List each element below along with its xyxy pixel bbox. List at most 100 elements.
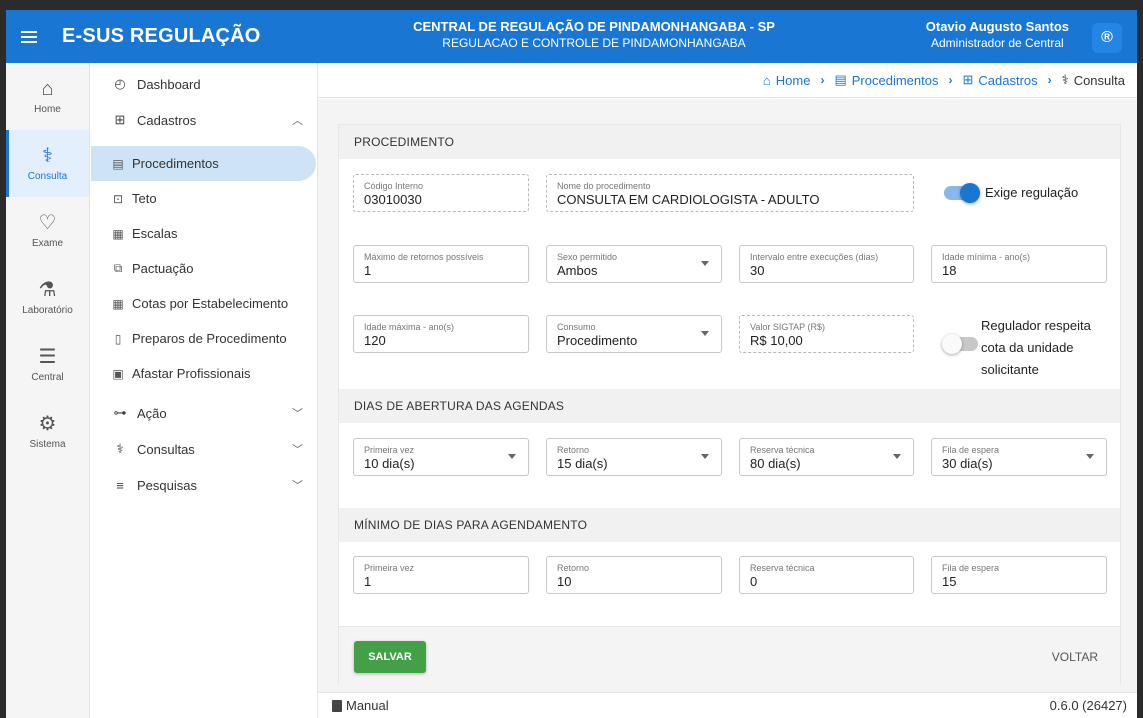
flow-icon: ⊶ [113,405,127,420]
ceiling-icon: ⊡ [112,191,124,206]
sidebar-item-dashboard[interactable]: ◴ Dashboard [91,66,317,102]
exige-regulacao-toggle[interactable] [944,183,980,203]
sexo-permitido-select[interactable]: Sexo permitido Ambos [546,245,722,283]
module-rail: ⌂ Home ⚕ Consulta ♡ Exame ⚗ Laboratório … [6,63,90,718]
sidebar-item-label: Cotas por Estabelecimento [132,296,289,311]
label-line: cota da unidade [981,340,1074,355]
minimo-primeira-vez-input[interactable]: Primeira vez 1 [353,556,529,594]
rail-item-laboratorio[interactable]: ⚗ Laboratório [6,264,89,331]
field-value: 30 [750,263,765,278]
minimo-fila-espera-input[interactable]: Fila de espera 15 [931,556,1107,594]
field-value: CONSULTA EM CARDIOLOGISTA - ADULTO [557,192,820,207]
sidebar-item-consultas[interactable]: ⚕ Consultas ﹀ [91,431,317,467]
sidebar-item-label: Teto [132,191,157,206]
field-label: Primeira vez [364,445,415,455]
user-role: Administrador de Central [931,36,1064,50]
rail-item-central[interactable]: ☰ Central [6,331,89,398]
minimo-retorno-input[interactable]: Retorno 10 [546,556,722,594]
sidebar-item-label: Procedimentos [132,156,219,171]
central-subtitle: REGULACAO E CONTROLE DE PINDAMONHANGABA [442,36,746,50]
version-text: 0.6.0 (26427) [1049,698,1127,713]
rail-item-label: Sistema [29,439,66,450]
breadcrumb-home[interactable]: ⌂ Home [763,73,811,88]
caret-down-icon [508,454,516,459]
central-info: CENTRAL DE REGULAÇÃO DE PINDAMONHANGABA … [394,18,794,52]
abertura-reserva-tecnica-select[interactable]: Reserva técnica 80 dia(s) [739,438,914,476]
field-value: 30 dia(s) [942,456,993,471]
field-label: Retorno [557,563,590,573]
rail-item-sistema[interactable]: ⚙ Sistema [6,398,89,465]
sidebar-item-preparos[interactable]: ▯ Preparos de Procedimento [91,321,317,356]
field-value: 80 dia(s) [750,456,801,471]
sidebar-item-label: Pactuação [132,261,194,276]
search-list-icon: ≡ [116,477,124,493]
sidebar-item-pesquisas[interactable]: ≡ Pesquisas ﹀ [91,467,317,503]
list-icon: ▤ [834,72,847,87]
dashboard-gauge-icon: ◴ [114,76,126,91]
caret-down-icon [701,454,709,459]
manual-link[interactable]: Manual [332,698,389,713]
breadcrumb-procedimentos[interactable]: ▤ Procedimentos [834,72,938,88]
breadcrumb-cadastros[interactable]: ⊞ Cadastros [962,72,1037,88]
chevron-right-icon: › [1047,73,1052,87]
calendar-x-icon: ▣ [112,366,124,381]
stethoscope-icon: ⚕ [1061,72,1069,87]
flask-icon: ⚗ [38,279,57,301]
main-content: PROCEDIMENTO Código Interno 03010030 Nom… [318,99,1137,692]
rail-item-label: Exame [31,238,64,249]
rail-item-label: Central [31,372,64,383]
rail-item-consulta[interactable]: ⚕ Consulta [6,130,89,197]
abertura-retorno-select[interactable]: Retorno 15 dia(s) [546,438,722,476]
field-label: Código Interno [364,181,424,191]
abertura-fila-espera-select[interactable]: Fila de espera 30 dia(s) [931,438,1107,476]
rail-item-exame[interactable]: ♡ Exame [6,197,89,264]
gear-icon: ⚙ [38,413,57,435]
sidebar-item-acao[interactable]: ⊶ Ação ﹀ [91,395,317,431]
hamburger-menu-icon[interactable] [6,10,52,63]
sidebar-item-escalas[interactable]: ▦ Escalas [91,216,317,251]
max-retornos-input[interactable]: Máximo de retornos possíveis 1 [353,245,529,283]
intervalo-execucoes-input[interactable]: Intervalo entre execuções (dias) 30 [739,245,914,283]
sidebar-item-cotas[interactable]: ▦ Cotas por Estabelecimento [91,286,317,321]
user-account-icon[interactable]: ® [1092,23,1122,53]
sidebar-item-label: Afastar Profissionais [132,366,251,381]
caret-down-icon [701,261,709,266]
caret-down-icon [893,454,901,459]
idade-maxima-input[interactable]: Idade máxima - ano(s) 120 [353,315,529,353]
rail-item-label: Home [34,104,61,115]
sidebar-item-procedimentos[interactable]: ▤ Procedimentos [91,146,316,181]
sidebar-item-pactuacao[interactable]: ⧉ Pactuação [91,251,317,286]
save-button[interactable]: SALVAR [354,641,426,673]
field-value: 120 [364,333,386,348]
grid-icon: ▦ [112,296,124,311]
field-value: 0 [750,574,758,589]
app-brand[interactable]: E-SUS REGULAÇÃO [62,25,392,48]
idade-minima-input[interactable]: Idade mínima - ano(s) 18 [931,245,1107,283]
regulador-respeita-label: Regulador respeita cota da unidade solic… [981,315,1091,381]
minimo-reserva-tecnica-input[interactable]: Reserva técnica 0 [739,556,914,594]
field-value: 1 [364,263,372,278]
consumo-select[interactable]: Consumo Procedimento [546,315,722,353]
top-header: E-SUS REGULAÇÃO CENTRAL DE REGULAÇÃO DE … [6,10,1137,63]
sidebar-item-label: Cadastros [137,112,197,128]
handshake-icon: ⧉ [113,261,123,275]
rail-item-home[interactable]: ⌂ Home [6,63,89,130]
manual-label: Manual [346,698,389,713]
abertura-primeira-vez-select[interactable]: Primeira vez 10 dia(s) [353,438,529,476]
field-label: Intervalo entre execuções (dias) [750,252,879,262]
field-value: Procedimento [557,333,638,348]
sidebar-item-afastar[interactable]: ▣ Afastar Profissionais [91,356,317,391]
nome-procedimento-field: Nome do procedimento CONSULTA EM CARDIOL… [546,174,914,212]
field-value: 15 dia(s) [557,456,608,471]
regulador-respeita-toggle[interactable] [942,334,978,354]
sidebar-item-teto[interactable]: ⊡ Teto [91,181,317,216]
heartbeat-icon: ♡ [38,212,57,234]
field-label: Consumo [557,322,596,332]
field-value: Ambos [557,263,598,278]
field-value: 1 [364,574,372,589]
back-button[interactable]: VOLTAR [1052,641,1098,673]
plus-square-icon: ⊞ [114,112,126,127]
sidebar-item-label: Ação [137,405,167,421]
sidebar-item-cadastros[interactable]: ⊞ Cadastros ︿ [91,102,317,138]
chevron-down-icon: ﹀ [292,444,303,456]
